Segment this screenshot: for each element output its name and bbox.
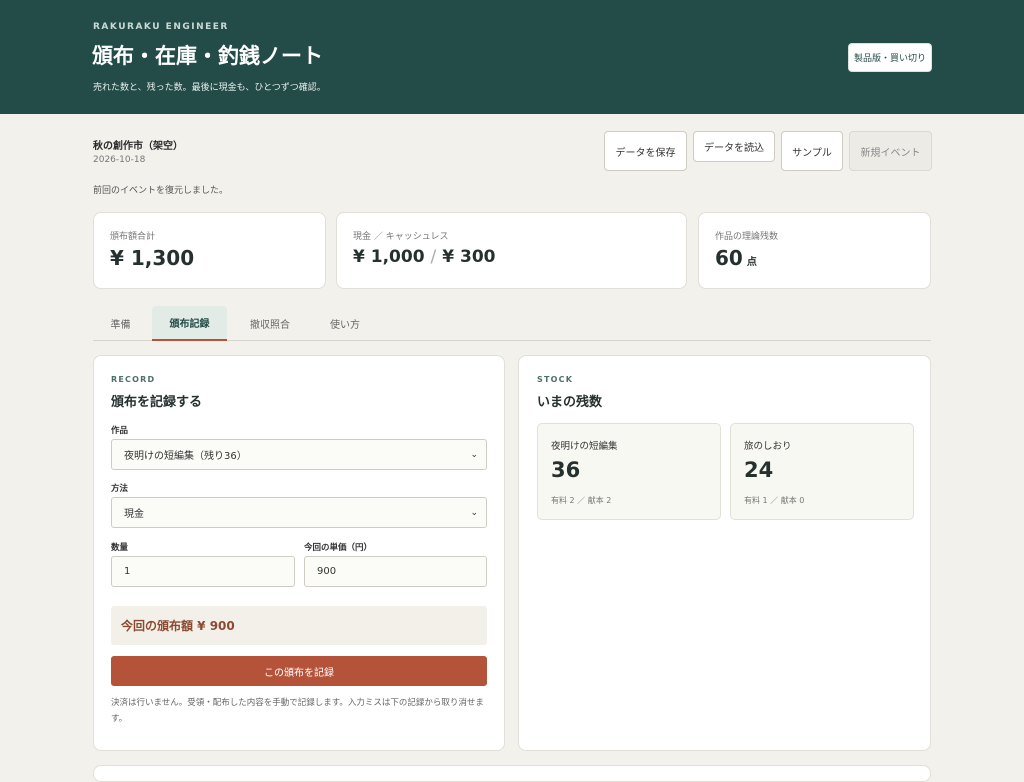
- tab-preparation[interactable]: 準備: [93, 306, 148, 340]
- current-total-box: 今回の頒布額 ¥ 900: [111, 606, 487, 645]
- record-kicker: RECORD: [111, 375, 156, 384]
- stock-item-card: 夜明けの短編集 36 有料 2 ／ 献本 2: [537, 423, 721, 520]
- item-select-value: 夜明けの短編集（残り36）: [124, 451, 247, 462]
- stock-count-value: 60 点: [715, 246, 757, 270]
- brand-label: RAKURAKU ENGINEER: [93, 22, 229, 32]
- sample-button[interactable]: サンプル: [781, 131, 843, 171]
- total-amount-label: 頒布額合計: [110, 232, 156, 242]
- stock-item-name: 旅のしおり: [744, 441, 792, 452]
- stock-item-detail: 有料 1 ／ 献本 0: [744, 496, 805, 505]
- record-note: 決済は行いません。受領・配布した内容を手動で記録します。入力ミスは下の記録から取…: [111, 698, 484, 724]
- stock-item-detail: 有料 2 ／ 献本 2: [551, 496, 612, 505]
- method-label: 方法: [111, 484, 129, 494]
- payment-split-value: ¥ 1,000/¥ 300: [353, 247, 496, 267]
- stock-item-count: 24: [744, 458, 774, 482]
- app-header: RAKURAKU ENGINEER 頒布・在庫・釣銭ノート 売れた数と、残った数…: [0, 0, 1024, 114]
- cashless-amount: ¥ 300: [442, 247, 496, 267]
- save-data-button[interactable]: データを保存: [604, 131, 687, 171]
- record-panel: [93, 355, 505, 751]
- method-select-value: 現金: [124, 509, 144, 520]
- current-total-text: 今回の頒布額 ¥ 900: [121, 619, 235, 633]
- quantity-input[interactable]: 1: [111, 556, 295, 587]
- tab-howto[interactable]: 使い方: [315, 306, 375, 340]
- history-panel: [93, 765, 931, 782]
- unit-price-label: 今回の単価（円）: [304, 543, 373, 553]
- app-title: 頒布・在庫・釣銭ノート: [92, 44, 323, 68]
- new-event-button[interactable]: 新規イベント: [849, 131, 932, 171]
- method-select[interactable]: 現金 ⌄: [111, 497, 487, 528]
- payment-split-label: 現金 ／ キャッシュレス: [353, 232, 449, 242]
- event-date: 2026-10-18: [93, 155, 146, 165]
- stock-panel: [518, 355, 931, 751]
- total-amount-card: 頒布額合計 ¥ 1,300: [93, 212, 326, 289]
- stock-count-label: 作品の理論残数: [715, 232, 779, 242]
- status-message: 前回のイベントを復元しました。: [93, 186, 229, 196]
- chevron-down-icon: ⌄: [470, 450, 478, 460]
- payment-split-card: 現金 ／ キャッシュレス ¥ 1,000/¥ 300: [336, 212, 687, 289]
- stock-item-name: 夜明けの短編集: [551, 441, 618, 452]
- stock-item-card: 旅のしおり 24 有料 1 ／ 献本 0: [730, 423, 914, 520]
- chevron-down-icon: ⌄: [470, 508, 478, 518]
- stock-item-count: 36: [551, 458, 581, 482]
- item-label: 作品: [111, 426, 129, 436]
- split-divider: /: [430, 247, 437, 267]
- stock-title: いまの残数: [537, 395, 603, 410]
- stock-count-card: 作品の理論残数 60 点: [698, 212, 931, 289]
- load-data-button[interactable]: データを読込: [693, 131, 775, 162]
- tab-bar: 準備 頒布記録 撤収照合 使い方: [93, 306, 931, 341]
- cash-amount: ¥ 1,000: [353, 247, 425, 267]
- record-title: 頒布を記録する: [111, 395, 203, 410]
- unit-price-input-value: 900: [317, 566, 337, 577]
- total-amount-value: ¥ 1,300: [110, 246, 195, 270]
- tab-record[interactable]: 頒布記録: [152, 306, 227, 341]
- unit-price-input[interactable]: 900: [304, 556, 487, 587]
- item-select[interactable]: 夜明けの短編集（残り36） ⌄: [111, 439, 487, 470]
- pro-version-button[interactable]: 製品版・買い切り: [848, 43, 932, 72]
- stock-kicker: STOCK: [537, 375, 574, 384]
- app-subtitle: 売れた数と、残った数。最後に現金も、ひとつずつ確認。: [93, 83, 326, 93]
- quantity-input-value: 1: [124, 566, 131, 577]
- record-sale-button[interactable]: この頒布を記録: [111, 656, 487, 686]
- stock-count-number: 60: [715, 246, 743, 270]
- event-name: 秋の創作市（架空）: [93, 141, 183, 152]
- tab-reconcile[interactable]: 撤収照合: [235, 306, 305, 340]
- stock-count-unit: 点: [746, 257, 757, 268]
- quantity-label: 数量: [111, 543, 129, 553]
